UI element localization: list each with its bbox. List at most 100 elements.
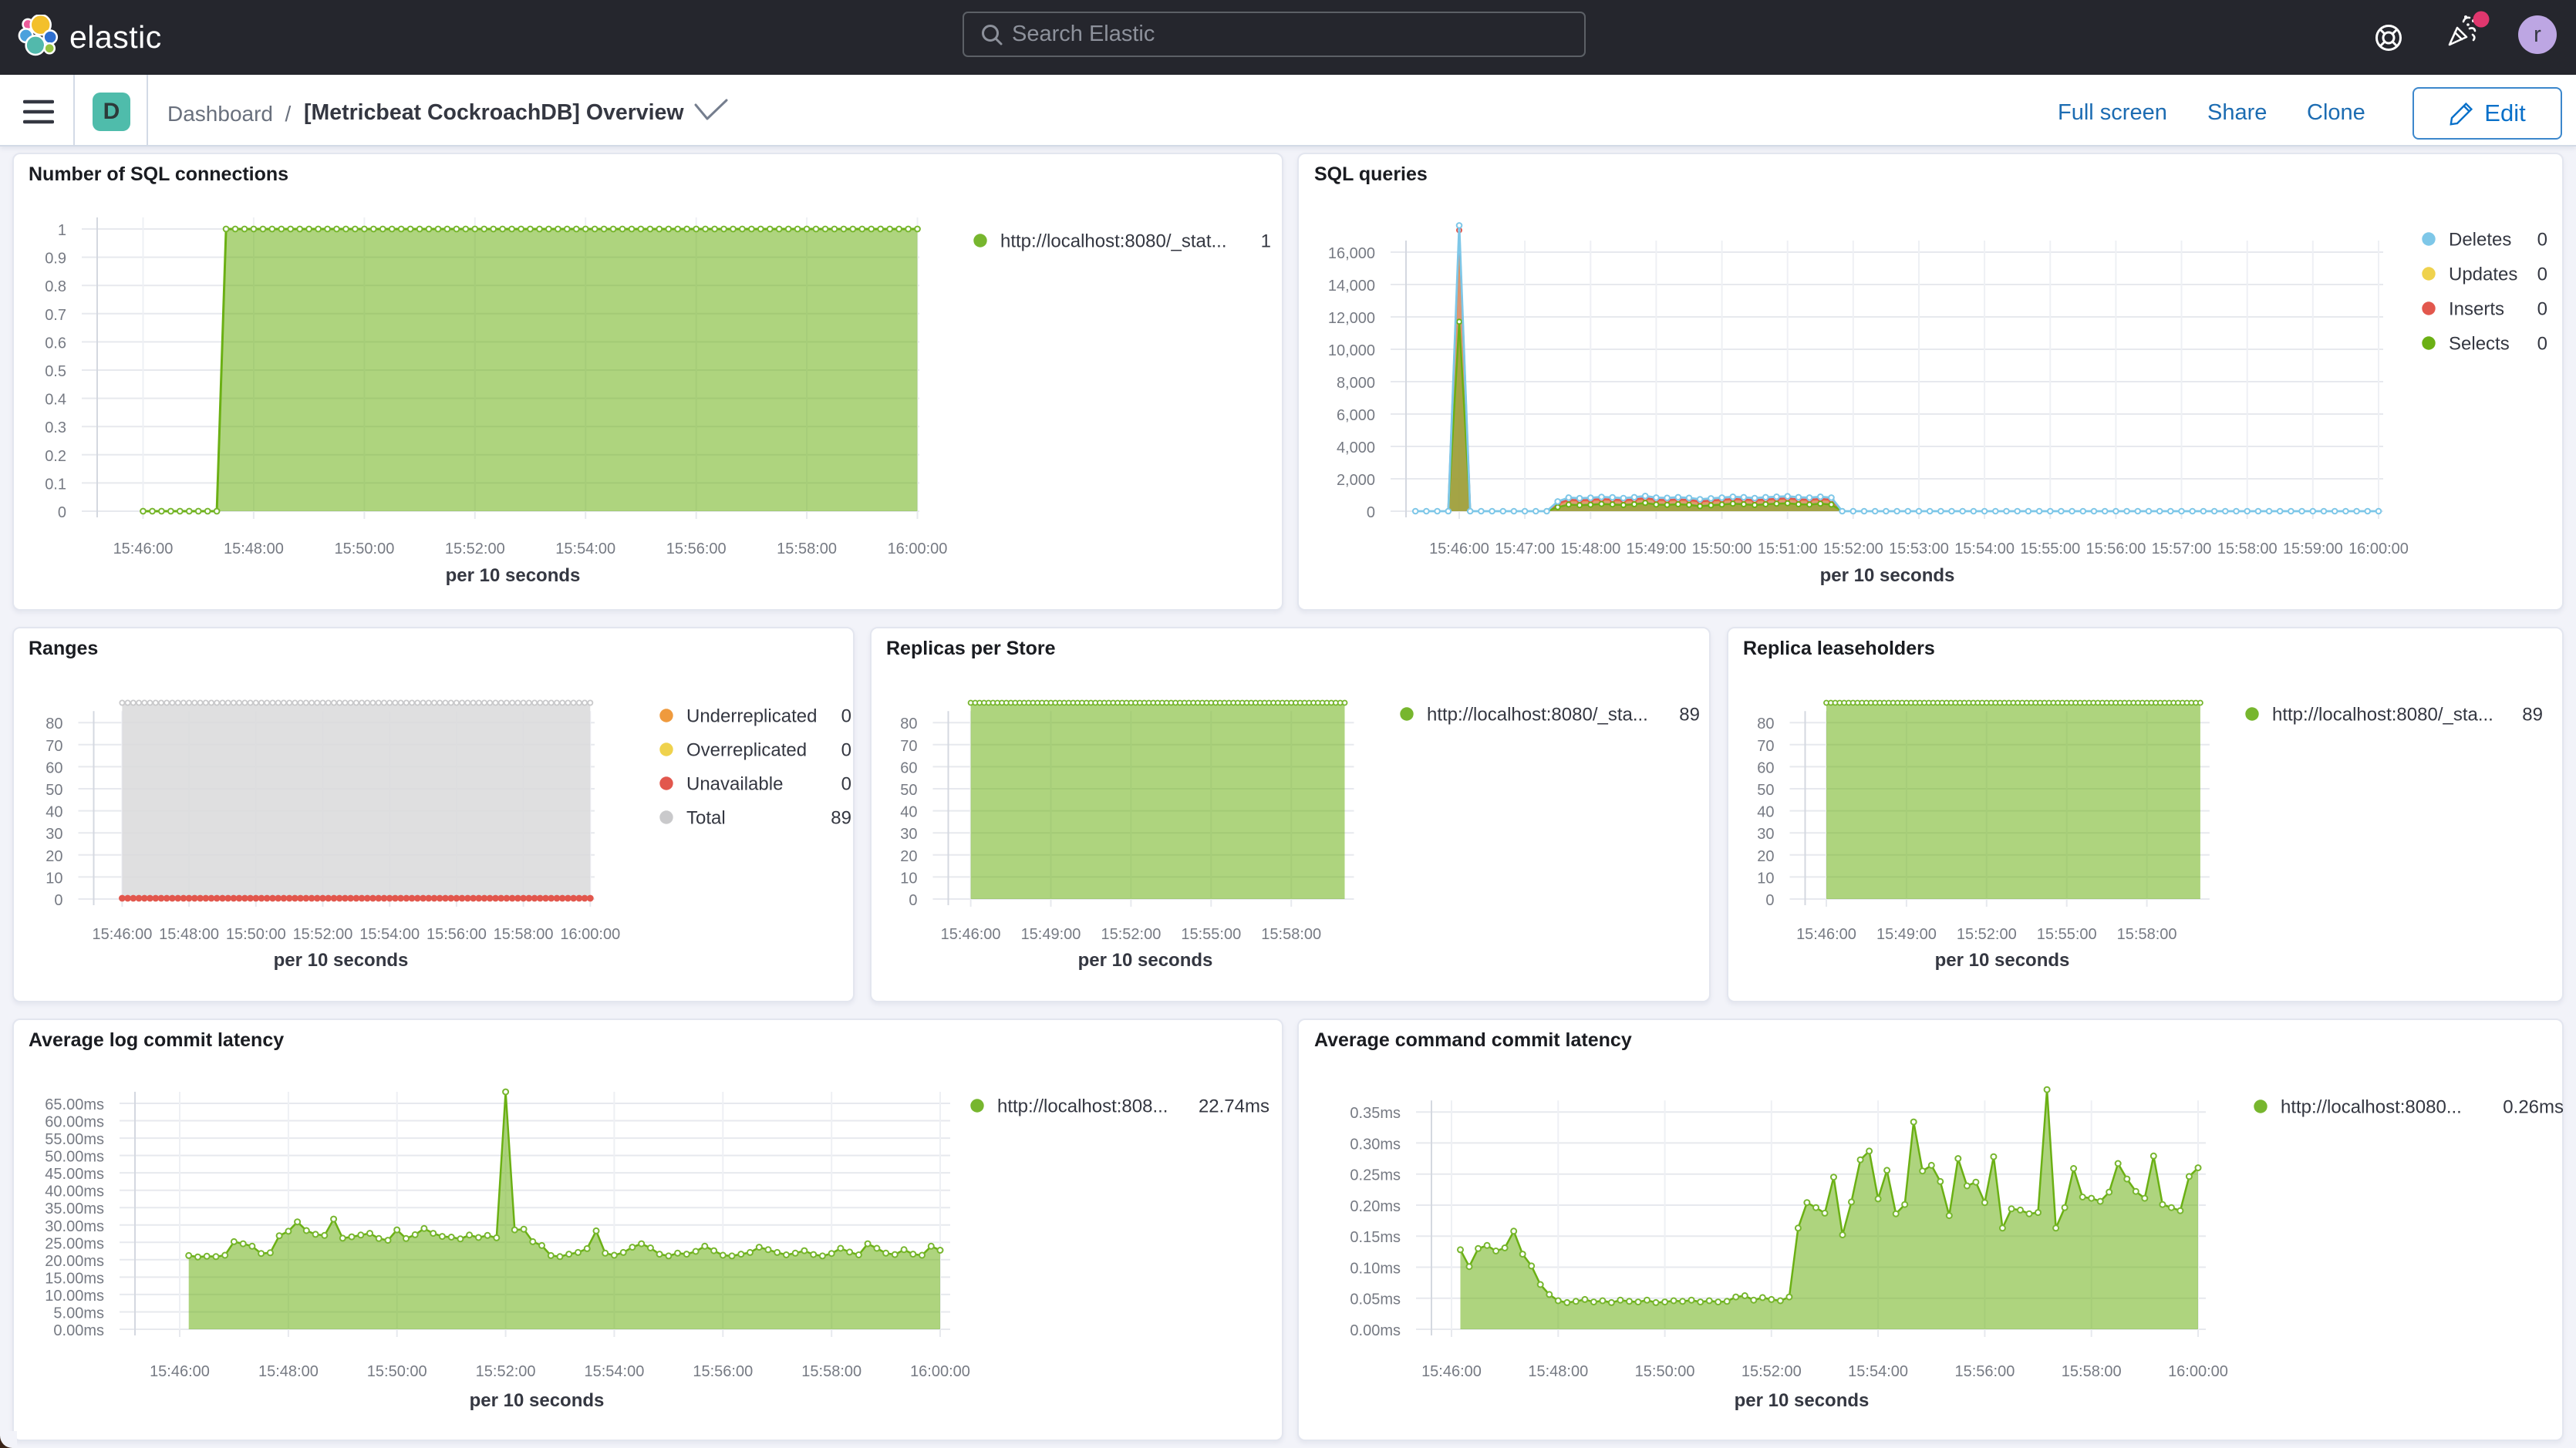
svg-text:50: 50 [46, 782, 62, 799]
svg-text:per 10 seconds: per 10 seconds [1820, 565, 1955, 586]
svg-text:15:46:00: 15:46:00 [1421, 1363, 1482, 1380]
svg-text:14,000: 14,000 [1328, 278, 1375, 295]
svg-text:0.9: 0.9 [45, 251, 66, 268]
svg-text:Inserts: Inserts [2449, 299, 2504, 320]
svg-text:15:50:00: 15:50:00 [334, 540, 394, 557]
svg-text:0.4: 0.4 [45, 392, 66, 409]
svg-text:5.00ms: 5.00ms [53, 1305, 104, 1322]
svg-text:30.00ms: 30.00ms [45, 1218, 104, 1235]
svg-text:Unavailable: Unavailable [686, 774, 783, 795]
svg-text:40: 40 [1757, 804, 1774, 821]
svg-text:60: 60 [46, 759, 62, 776]
svg-text:15:52:00: 15:52:00 [1101, 926, 1161, 943]
svg-text:1: 1 [58, 222, 66, 239]
svg-text:0.1: 0.1 [45, 476, 66, 493]
svg-text:16:00:00: 16:00:00 [910, 1363, 970, 1380]
svg-text:10: 10 [1757, 870, 1774, 887]
svg-text:15:58:00: 15:58:00 [777, 540, 837, 557]
svg-text:Updates: Updates [2449, 264, 2517, 285]
svg-text:45.00ms: 45.00ms [45, 1166, 104, 1183]
svg-text:15:50:00: 15:50:00 [1692, 540, 1752, 557]
svg-text:15:52:00: 15:52:00 [1823, 540, 1883, 557]
svg-text:Replica leaseholders: Replica leaseholders [1743, 638, 1935, 659]
svg-text:15:58:00: 15:58:00 [494, 926, 554, 943]
svg-text:per 10 seconds: per 10 seconds [274, 950, 409, 971]
svg-text:20: 20 [46, 848, 62, 865]
svg-text:Average log commit latency: Average log commit latency [29, 1029, 284, 1051]
svg-text:0.10ms: 0.10ms [1350, 1261, 1401, 1278]
svg-text:6,000: 6,000 [1337, 407, 1375, 424]
svg-text:60.00ms: 60.00ms [45, 1114, 104, 1131]
svg-text:15:54:00: 15:54:00 [555, 540, 615, 557]
svg-text:Ranges: Ranges [29, 638, 98, 659]
svg-text:10: 10 [900, 870, 917, 887]
svg-text:89: 89 [1679, 705, 1700, 726]
svg-text:0: 0 [1367, 504, 1375, 521]
svg-text:16:00:00: 16:00:00 [2168, 1363, 2228, 1380]
svg-text:15:58:00: 15:58:00 [2117, 926, 2177, 943]
svg-text:80: 80 [1757, 716, 1774, 732]
svg-text:0: 0 [841, 706, 851, 727]
svg-text:http://localhost:8080/_sta...: http://localhost:8080/_sta... [1427, 705, 1648, 726]
svg-text:Number of SQL connections: Number of SQL connections [29, 163, 288, 185]
svg-text:15:55:00: 15:55:00 [2037, 926, 2097, 943]
svg-text:0: 0 [2537, 334, 2547, 355]
svg-text:15:50:00: 15:50:00 [367, 1363, 427, 1380]
svg-text:15:53:00: 15:53:00 [1889, 540, 1949, 557]
svg-text:0.2: 0.2 [45, 448, 66, 465]
svg-text:per 10 seconds: per 10 seconds [1735, 1390, 1870, 1411]
svg-text:0: 0 [54, 892, 62, 909]
svg-text:http://localhost:8080/_stat...: http://localhost:8080/_stat... [1000, 231, 1227, 252]
svg-text:20.00ms: 20.00ms [45, 1253, 104, 1270]
svg-text:15:48:00: 15:48:00 [258, 1363, 319, 1380]
svg-text:60: 60 [900, 759, 917, 776]
svg-text:per 10 seconds: per 10 seconds [1935, 950, 2070, 971]
svg-text:70: 70 [1757, 738, 1774, 755]
svg-text:15:55:00: 15:55:00 [1181, 926, 1241, 943]
svg-text:15:46:00: 15:46:00 [1429, 540, 1489, 557]
svg-text:15:54:00: 15:54:00 [1954, 540, 2015, 557]
svg-text:15:46:00: 15:46:00 [1796, 926, 1856, 943]
svg-text:40.00ms: 40.00ms [45, 1184, 104, 1200]
svg-text:10: 10 [46, 870, 62, 887]
svg-text:0.20ms: 0.20ms [1350, 1198, 1401, 1215]
svg-text:15:56:00: 15:56:00 [1954, 1363, 2015, 1380]
svg-text:0: 0 [909, 892, 917, 909]
svg-text:0.6: 0.6 [45, 335, 66, 352]
svg-text:15:56:00: 15:56:00 [427, 926, 487, 943]
svg-text:20: 20 [1757, 848, 1774, 865]
svg-text:per 10 seconds: per 10 seconds [1078, 950, 1213, 971]
svg-text:15:51:00: 15:51:00 [1758, 540, 1818, 557]
svg-text:15:48:00: 15:48:00 [159, 926, 219, 943]
svg-text:15.00ms: 15.00ms [45, 1270, 104, 1287]
svg-text:15:58:00: 15:58:00 [801, 1363, 861, 1380]
svg-text:15:58:00: 15:58:00 [2217, 540, 2278, 557]
svg-text:15:52:00: 15:52:00 [1957, 926, 2017, 943]
svg-text:80: 80 [46, 716, 62, 732]
svg-text:SQL queries: SQL queries [1314, 163, 1428, 185]
svg-text:15:57:00: 15:57:00 [2152, 540, 2212, 557]
svg-text:0.25ms: 0.25ms [1350, 1167, 1401, 1184]
svg-text:2,000: 2,000 [1337, 472, 1375, 489]
svg-text:70: 70 [900, 738, 917, 755]
svg-text:15:56:00: 15:56:00 [666, 540, 727, 557]
svg-text:15:56:00: 15:56:00 [2085, 540, 2146, 557]
svg-text:0.00ms: 0.00ms [53, 1322, 104, 1339]
svg-text:Selects: Selects [2449, 334, 2510, 355]
svg-text:80: 80 [900, 716, 917, 732]
svg-text:22.74ms: 22.74ms [1199, 1096, 1269, 1117]
svg-text:15:55:00: 15:55:00 [2020, 540, 2080, 557]
svg-text:16,000: 16,000 [1328, 245, 1375, 262]
svg-text:15:52:00: 15:52:00 [476, 1363, 536, 1380]
svg-text:4,000: 4,000 [1337, 439, 1375, 456]
svg-text:http://localhost:8080...: http://localhost:8080... [2281, 1097, 2462, 1118]
svg-text:30: 30 [900, 826, 917, 843]
svg-text:Replicas per Store: Replicas per Store [886, 638, 1056, 659]
svg-text:Underreplicated: Underreplicated [686, 706, 817, 727]
svg-text:0: 0 [2537, 230, 2547, 251]
svg-text:0: 0 [1765, 892, 1774, 909]
svg-text:Total: Total [686, 808, 726, 829]
svg-text:http://localhost:808...: http://localhost:808... [997, 1096, 1168, 1117]
svg-text:15:46:00: 15:46:00 [92, 926, 152, 943]
svg-text:15:54:00: 15:54:00 [359, 926, 420, 943]
